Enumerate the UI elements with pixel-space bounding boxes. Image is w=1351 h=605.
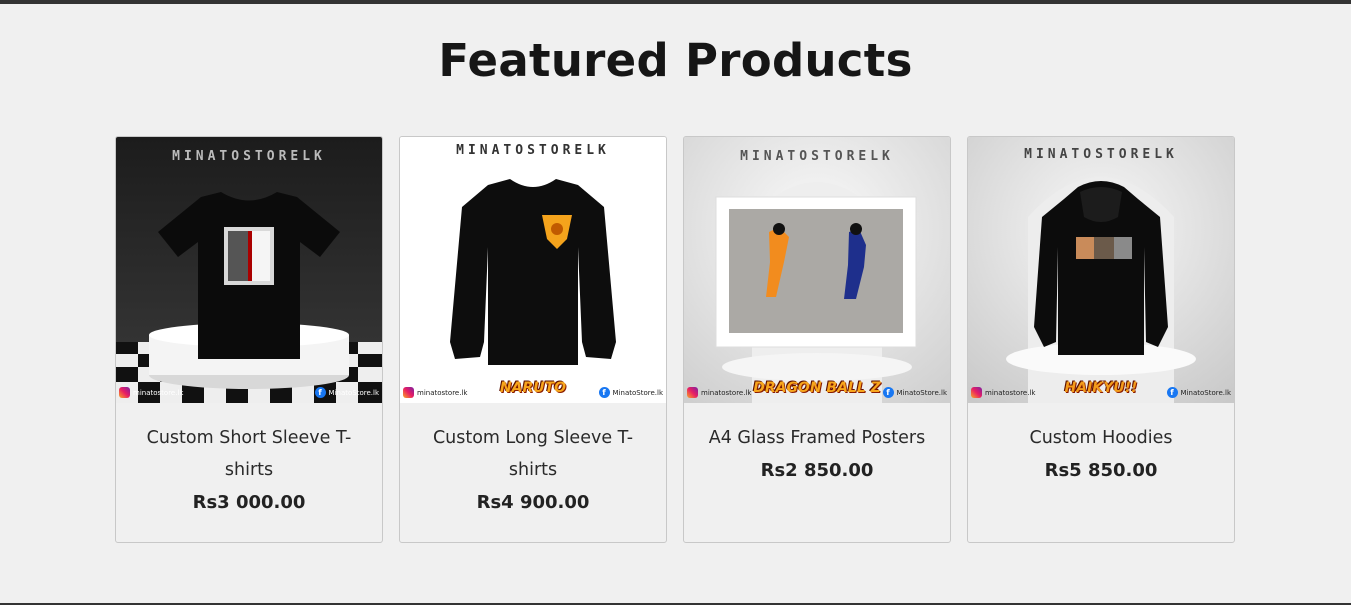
product-name[interactable]: Custom Hoodies: [978, 422, 1224, 454]
instagram-handle: minatostore.lk: [133, 388, 184, 397]
facebook-handle: MinatoStore.lk: [612, 388, 663, 397]
facebook-handle: MinatoStore.lk: [896, 388, 947, 397]
social-footer: minatostore.lk f MinatoStore.lk: [968, 385, 1234, 401]
social-footer: minatostore.lk f MinatoStore.lk: [116, 385, 382, 401]
product-card-hoodie[interactable]: MINATOSTORELK HAIKYU!! minatostore.lk fM…: [967, 136, 1235, 543]
section-title: Featured Products: [438, 34, 913, 87]
hoodie-image[interactable]: MINATOSTORELK HAIKYU!! minatostore.lk fM…: [968, 137, 1234, 403]
instagram-icon: [687, 387, 698, 398]
instagram-icon: [119, 387, 130, 398]
product-price: Rs3 000.00: [192, 492, 306, 513]
brand-watermark: MINATOSTORELK: [172, 149, 326, 164]
product-price: Rs5 850.00: [1044, 460, 1158, 481]
facebook-handle: MinatoStore.lk: [1180, 388, 1231, 397]
product-price: Rs4 900.00: [476, 492, 590, 513]
social-footer: minatostore.lk f MinatoStore.lk: [400, 385, 666, 401]
brand-watermark: MINATOSTORELK: [740, 149, 894, 164]
product-name[interactable]: Custom Short Sleeve T-shirts: [126, 422, 372, 486]
long-sleeve-shirt-image[interactable]: MINATOSTORELK NARUTO minatostore.lk f Min…: [400, 137, 666, 403]
black-tshirt-image[interactable]: MINATOSTORELK minatostore.lk f MinatoStor…: [116, 137, 382, 403]
facebook-icon: f: [1166, 387, 1178, 398]
product-name[interactable]: A4 Glass Framed Posters: [694, 422, 940, 454]
framed-poster-image[interactable]: MINATOSTORELK DRAGON BALL Z minatostore.…: [684, 137, 950, 403]
instagram-handle: minatostore.lk: [701, 388, 752, 397]
top-divider: [0, 0, 1351, 4]
product-name[interactable]: Custom Long Sleeve T-shirts: [410, 422, 656, 486]
facebook-handle: MinatoStore.lk: [328, 388, 379, 397]
instagram-handle: minatostore.lk: [985, 388, 1036, 397]
product-price: Rs2 850.00: [760, 460, 874, 481]
social-footer: minatostore.lk f MinatoStore.lk: [684, 385, 950, 401]
brand-watermark: MINATOSTORELK: [456, 143, 610, 158]
instagram-icon: [403, 387, 414, 398]
facebook-icon: f: [882, 387, 894, 398]
instagram-icon: [971, 387, 982, 398]
product-card-long-sleeve[interactable]: MINATOSTORELK NARUTO minatostore.lk f Min…: [399, 136, 667, 543]
product-card-short-sleeve[interactable]: MINATOSTORELK minatostore.lk f MinatoStor…: [115, 136, 383, 543]
facebook-icon: f: [598, 387, 610, 398]
product-card-poster[interactable]: MINATOSTORELK DRAGON BALL Z minatostore.…: [683, 136, 951, 543]
facebook-icon: f: [314, 387, 326, 398]
instagram-handle: minatostore.lk: [417, 388, 468, 397]
brand-watermark: MINATOSTORELK: [1024, 147, 1178, 162]
